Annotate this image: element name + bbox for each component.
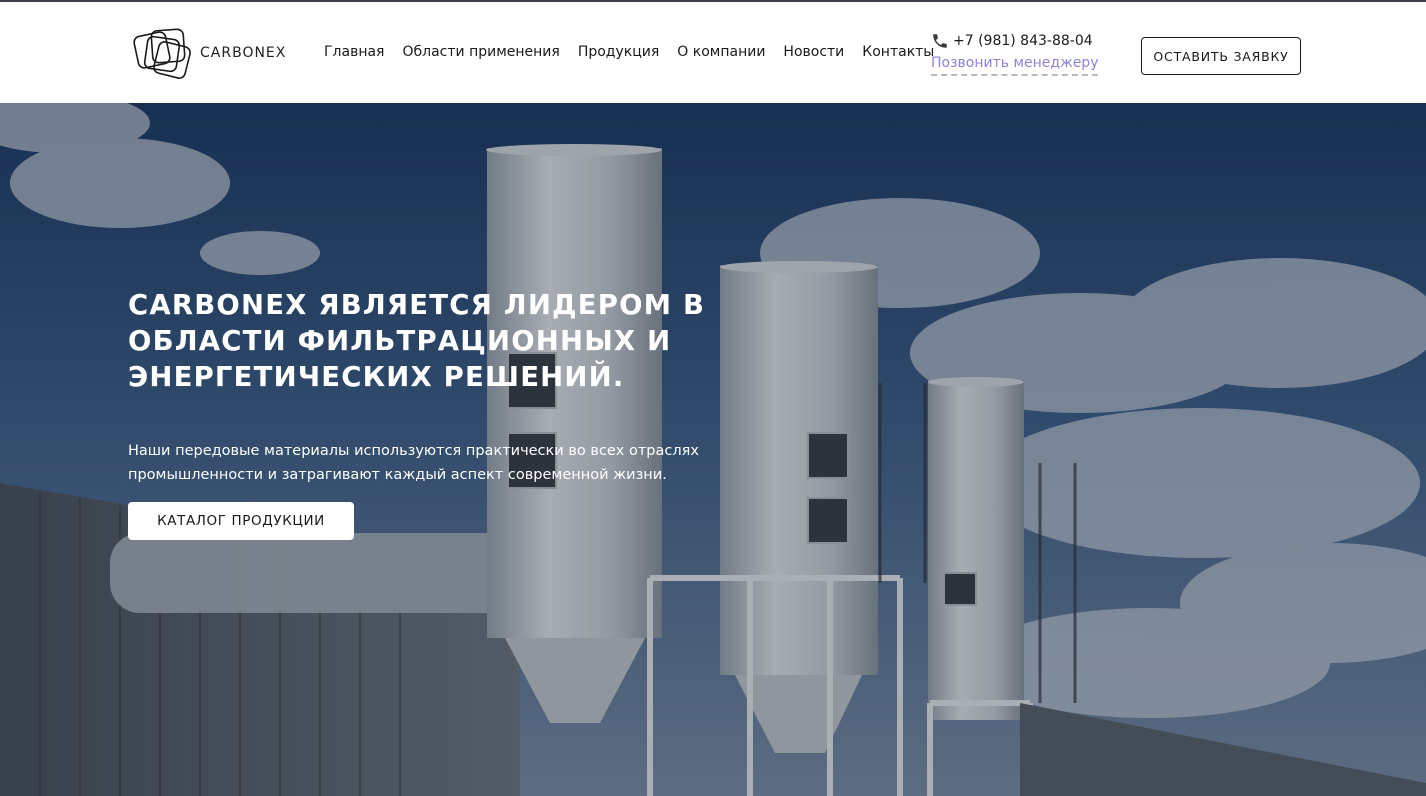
site-header: CARBONEX Главная Области применения Прод… [0, 2, 1426, 103]
phone-text: +7 (981) 843-88-04 [953, 33, 1093, 49]
phone-icon [933, 34, 947, 48]
main-nav: Главная Области применения Продукция О к… [324, 44, 952, 60]
product-catalog-button[interactable]: КАТАЛОГ ПРОДУКЦИИ [128, 502, 354, 540]
call-manager-link[interactable]: Позвонить менеджеру [931, 55, 1099, 76]
overlapping-squares-logo-icon [133, 28, 191, 79]
nav-item-products[interactable]: Продукция [578, 44, 659, 60]
nav-item-news[interactable]: Новости [783, 44, 844, 60]
brand-name: CARBONEX [200, 45, 287, 61]
hero-title: CARBONEX ЯВЛЯЕТСЯ ЛИДЕРОМ В ОБЛАСТИ ФИЛЬ… [128, 289, 706, 393]
nav-item-home[interactable]: Главная [324, 44, 384, 60]
hero-subtitle: Наши передовые материалы используются пр… [128, 443, 699, 483]
nav-item-contacts[interactable]: Контакты [862, 44, 934, 60]
nav-item-about[interactable]: О компании [677, 44, 765, 60]
leave-request-button[interactable]: ОСТАВИТЬ ЗАЯВКУ [1141, 37, 1301, 75]
phone-number[interactable]: +7 (981) 843-88-04 [931, 32, 1093, 50]
logo[interactable]: CARBONEX [132, 24, 292, 82]
hero-section: CARBONEX ЯВЛЯЕТСЯ ЛИДЕРОМ В ОБЛАСТИ ФИЛЬ… [0, 103, 1426, 796]
nav-item-applications[interactable]: Области применения [402, 44, 559, 60]
